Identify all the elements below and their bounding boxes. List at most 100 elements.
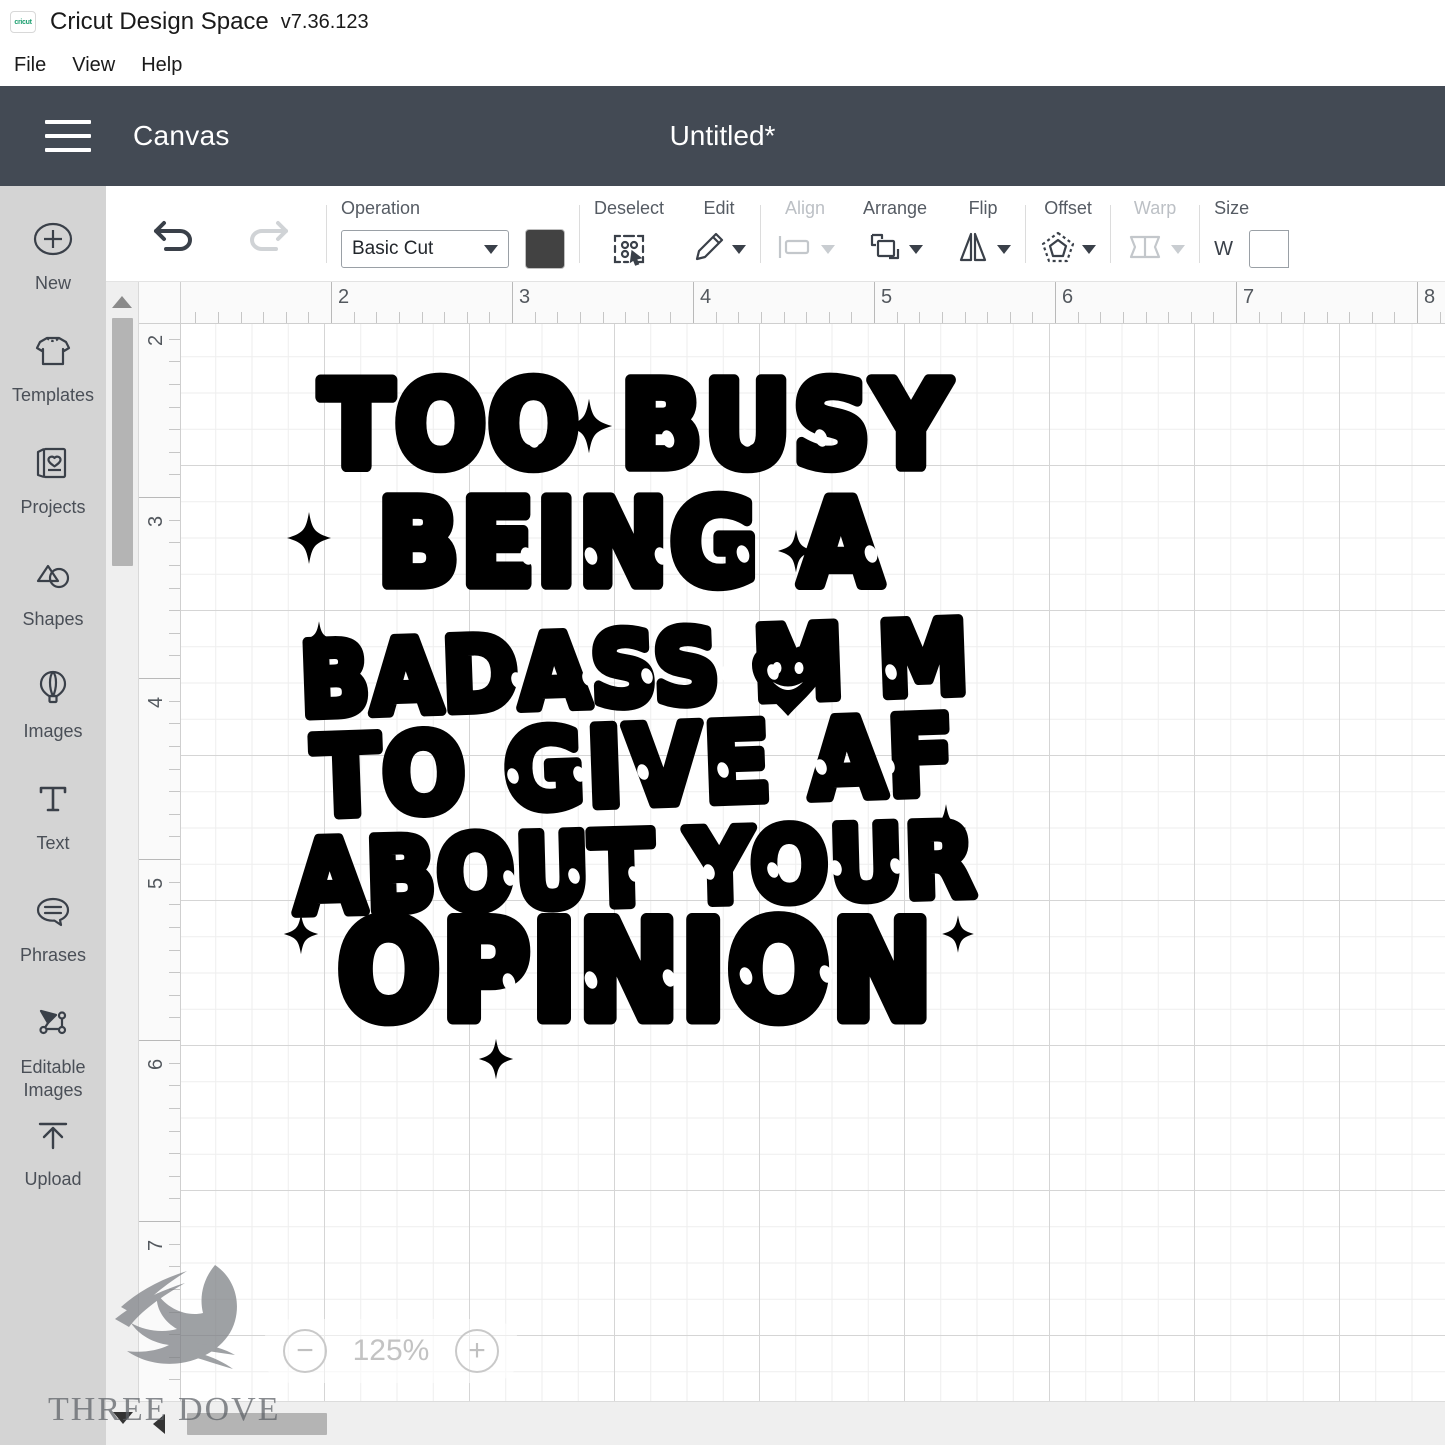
ruler-minor-tick bbox=[169, 926, 180, 928]
horizontal-ruler[interactable]: 22345678 bbox=[181, 282, 1445, 324]
ruler-major-tick bbox=[139, 1221, 180, 1222]
chevron-down-icon[interactable] bbox=[1082, 244, 1097, 254]
ruler-major-tick bbox=[331, 282, 332, 323]
hamburger-menu-icon[interactable] bbox=[45, 120, 91, 152]
ruler-minor-tick bbox=[1371, 312, 1373, 323]
canvas-body: 2345678 bbox=[139, 324, 1445, 1401]
offset-button[interactable]: Offset bbox=[1026, 186, 1110, 281]
hot-air-balloon-icon bbox=[30, 664, 76, 710]
size-width-label: W bbox=[1214, 237, 1233, 260]
arrange-button[interactable]: Arrange bbox=[849, 186, 941, 281]
ruler-minor-tick bbox=[760, 312, 762, 323]
text-t-icon bbox=[30, 776, 76, 822]
horizontal-scrollbar-thumb[interactable] bbox=[187, 1412, 327, 1435]
zoom-control: − 125% + bbox=[261, 1319, 521, 1383]
operation-group: Operation Basic Cut bbox=[327, 186, 579, 281]
ruler-minor-tick bbox=[169, 1243, 180, 1245]
edit-button[interactable]: Edit bbox=[678, 186, 760, 281]
canvas-label[interactable]: Canvas bbox=[133, 120, 230, 152]
editable-nodes-icon bbox=[30, 1000, 76, 1046]
undo-arrow-icon[interactable] bbox=[150, 211, 202, 256]
scroll-left-arrow-icon[interactable] bbox=[153, 1413, 165, 1434]
ruler-minor-tick bbox=[1145, 312, 1147, 323]
menu-item-help[interactable]: Help bbox=[141, 54, 182, 77]
sidebar-item-label: Projects bbox=[20, 497, 86, 517]
card-heart-icon bbox=[30, 440, 76, 486]
sidebar-item-images[interactable]: Images bbox=[0, 656, 106, 768]
ruler-major-tick bbox=[139, 859, 180, 860]
ruler-major-tick bbox=[693, 282, 694, 323]
vertical-ruler[interactable]: 2345678 bbox=[139, 324, 181, 1401]
ruler-minor-tick bbox=[1303, 312, 1305, 323]
sidebar-item-phrases[interactable]: Phrases bbox=[0, 880, 106, 992]
ruler-minor-tick bbox=[195, 312, 197, 323]
scroll-down-arrow-wrap[interactable] bbox=[106, 1411, 139, 1436]
align-caption: Align bbox=[785, 198, 826, 218]
sidebar-item-new[interactable]: New bbox=[0, 208, 106, 320]
ruler-minor-tick bbox=[169, 1062, 180, 1064]
ruler-minor-tick bbox=[169, 745, 180, 747]
menu-item-view[interactable]: View bbox=[72, 54, 115, 77]
ruler-minor-tick bbox=[941, 312, 943, 323]
zoom-out-button[interactable]: − bbox=[283, 1329, 327, 1373]
zoom-in-button[interactable]: + bbox=[455, 1329, 499, 1373]
vertical-scrollbar-thumb[interactable] bbox=[111, 318, 133, 566]
ruler-minor-tick bbox=[169, 655, 180, 657]
app-title: Cricut Design Space bbox=[50, 8, 269, 35]
arrange-caption: Arrange bbox=[863, 198, 928, 218]
sidebar-item-text[interactable]: Text bbox=[0, 768, 106, 880]
sidebar-item-editable-images[interactable]: Editable Images bbox=[0, 992, 106, 1104]
sidebar-item-label: Images bbox=[23, 721, 83, 741]
cricut-logo-icon: cricut bbox=[10, 11, 36, 33]
ruler-minor-tick bbox=[169, 429, 180, 431]
ruler-major-tick bbox=[1417, 282, 1418, 323]
svg-text:TOO BUSY: TOO BUSY bbox=[320, 357, 952, 494]
ruler-minor-tick bbox=[1122, 312, 1124, 323]
sidebar-item-label: Text bbox=[36, 833, 70, 853]
vertical-scrollbar[interactable] bbox=[106, 282, 139, 1401]
sidebar-item-label: New bbox=[34, 273, 71, 293]
too-busy-being-a-badass-mom-design[interactable]: TOO BUSY BEING A BADASS M M TO GIVE AF A… bbox=[283, 352, 982, 1080]
ruler-minor-tick bbox=[489, 312, 491, 323]
ruler-minor-tick bbox=[919, 312, 921, 323]
ruler-minor-tick bbox=[1439, 312, 1441, 323]
ruler-minor-tick bbox=[896, 312, 898, 323]
menu-bar: File View Help bbox=[0, 44, 1445, 86]
ruler-major-tick bbox=[874, 282, 875, 323]
chevron-down-icon[interactable] bbox=[732, 244, 747, 254]
ruler-minor-tick bbox=[169, 542, 180, 544]
sidebar-item-upload[interactable]: Upload bbox=[0, 1104, 106, 1216]
ruler-minor-tick bbox=[625, 312, 627, 323]
operation-color-swatch[interactable] bbox=[525, 229, 565, 269]
ruler-minor-tick bbox=[169, 383, 180, 385]
horizontal-scrollbar[interactable] bbox=[106, 1401, 1445, 1445]
scroll-down-arrow-icon[interactable] bbox=[112, 1411, 133, 1424]
sidebar-item-shapes[interactable]: Shapes bbox=[0, 544, 106, 656]
chevron-down-icon bbox=[1171, 244, 1186, 254]
tshirt-icon bbox=[30, 328, 76, 374]
sidebar-item-templates[interactable]: Templates bbox=[0, 320, 106, 432]
ruler-major-tick bbox=[139, 497, 180, 498]
upload-arrow-icon bbox=[30, 1112, 76, 1158]
ruler-major-tick bbox=[139, 1040, 180, 1041]
ruler-minor-tick bbox=[169, 700, 180, 702]
flip-button[interactable]: Flip bbox=[941, 186, 1025, 281]
ruler-minor-tick bbox=[217, 312, 219, 323]
ruler-minor-tick bbox=[169, 768, 180, 770]
design-canvas[interactable]: TOO BUSY BEING A BADASS M M TO GIVE AF A… bbox=[181, 324, 1445, 1401]
deselect-button[interactable]: Deselect bbox=[580, 186, 678, 281]
chevron-down-icon[interactable] bbox=[997, 244, 1012, 254]
ruler-minor-tick bbox=[169, 723, 180, 725]
sidebar-item-projects[interactable]: Projects bbox=[0, 432, 106, 544]
menu-item-file[interactable]: File bbox=[14, 54, 46, 77]
deselect-caption: Deselect bbox=[594, 198, 665, 218]
ruler-minor-tick bbox=[1349, 312, 1351, 323]
chevron-down-icon bbox=[484, 244, 498, 254]
operation-select[interactable]: Basic Cut bbox=[341, 230, 509, 268]
warp-control bbox=[1125, 229, 1186, 269]
size-width-input[interactable] bbox=[1248, 230, 1289, 268]
ruler-label: 6 bbox=[145, 1058, 167, 1070]
chevron-down-icon[interactable] bbox=[909, 244, 924, 254]
scroll-up-arrow-icon[interactable] bbox=[112, 296, 132, 308]
speech-bubble-icon bbox=[30, 888, 76, 934]
